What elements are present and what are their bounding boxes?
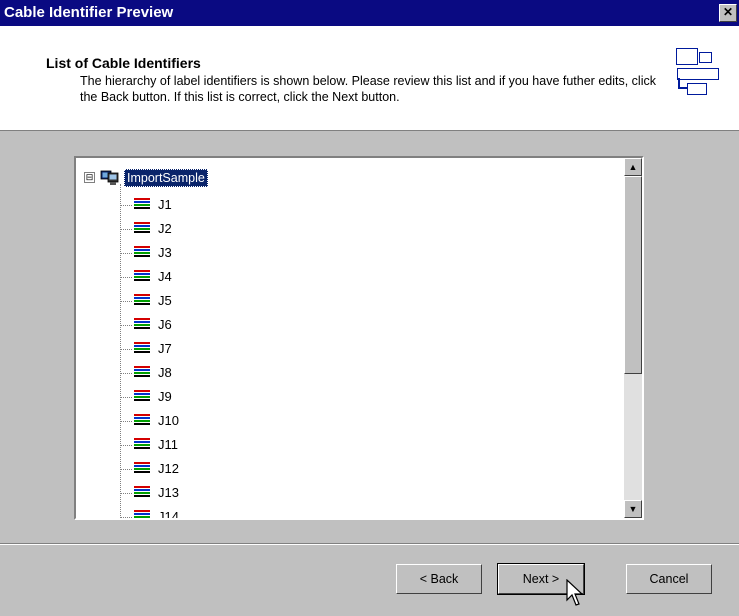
cable-label-icon xyxy=(134,366,150,380)
tree-connector-line xyxy=(120,349,132,350)
cable-label-icon xyxy=(134,198,150,212)
tree-connector-line xyxy=(120,301,132,302)
mouse-cursor-icon xyxy=(566,579,584,606)
tree-connector-line xyxy=(120,253,132,254)
scroll-up-button[interactable]: ▲ xyxy=(624,158,642,176)
computer-network-icon xyxy=(100,170,119,185)
tree-connector-line xyxy=(120,373,132,374)
tree-connector-line xyxy=(120,517,132,518)
close-button[interactable]: ✕ xyxy=(719,4,737,22)
back-button[interactable]: < Back xyxy=(396,564,482,594)
tree-connector-line xyxy=(120,493,132,494)
cable-label-icon xyxy=(134,438,150,452)
cable-label-icon xyxy=(134,270,150,284)
tree-item-label[interactable]: J13 xyxy=(158,485,179,501)
window-title: Cable Identifier Preview xyxy=(4,4,174,21)
tree-item-label[interactable]: J7 xyxy=(158,341,172,357)
tree-view: ⊟ ImportSample J1 J2 J3 J4 J5 J6 J7 J8 J9 J10 J11 J… xyxy=(76,158,624,518)
tree-item-label[interactable]: J10 xyxy=(158,413,179,429)
header-panel: List of Cable Identifiers The hierarchy … xyxy=(0,26,739,131)
tree-item-label[interactable]: J4 xyxy=(158,269,172,285)
tree-item-label[interactable]: J8 xyxy=(158,365,172,381)
cable-identifier-tree[interactable]: ⊟ ImportSample J1 J2 J3 J4 J5 J6 J7 J8 J9 J10 J11 J… xyxy=(74,156,644,520)
vertical-scrollbar[interactable]: ▲ ▼ xyxy=(624,158,642,518)
tree-item-label[interactable]: J6 xyxy=(158,317,172,333)
collapse-expander[interactable]: ⊟ xyxy=(84,172,95,183)
tree-item-label[interactable]: J1 xyxy=(158,197,172,213)
cable-label-graphic-icon xyxy=(676,48,736,128)
tree-item-label[interactable]: J14 xyxy=(158,509,179,518)
title-bar: Cable Identifier Preview ✕ xyxy=(0,0,739,26)
header-title: List of Cable Identifiers xyxy=(46,55,201,71)
cancel-button[interactable]: Cancel xyxy=(626,564,712,594)
tree-item-label[interactable]: J9 xyxy=(158,389,172,405)
tree-connector-line xyxy=(120,445,132,446)
cable-label-icon xyxy=(134,510,150,518)
cable-label-icon xyxy=(134,294,150,308)
tree-item-label[interactable]: J12 xyxy=(158,461,179,477)
scroll-down-button[interactable]: ▼ xyxy=(624,500,642,518)
tree-connector-line xyxy=(120,421,132,422)
tree-connector-line xyxy=(120,277,132,278)
cable-label-icon xyxy=(134,414,150,428)
tree-connector-line xyxy=(120,397,132,398)
cable-label-icon xyxy=(134,318,150,332)
footer-separator xyxy=(0,543,739,545)
tree-item-label[interactable]: J3 xyxy=(158,245,172,261)
tree-connector-line xyxy=(120,325,132,326)
tree-item-label[interactable]: J5 xyxy=(158,293,172,309)
cable-label-icon xyxy=(134,342,150,356)
cable-label-icon xyxy=(134,486,150,500)
tree-connector-line xyxy=(120,229,132,230)
tree-item-label[interactable]: J11 xyxy=(158,437,178,453)
tree-connector-line xyxy=(120,184,121,518)
header-description: The hierarchy of label identifiers is sh… xyxy=(80,74,656,104)
scroll-thumb[interactable] xyxy=(624,176,642,374)
tree-root-label[interactable]: ImportSample xyxy=(124,169,208,187)
cable-label-icon xyxy=(134,246,150,260)
tree-item-label[interactable]: J2 xyxy=(158,221,172,237)
cable-label-icon xyxy=(134,462,150,476)
cable-label-icon xyxy=(134,390,150,404)
cable-label-icon xyxy=(134,222,150,236)
tree-connector-line xyxy=(120,205,132,206)
tree-connector-line xyxy=(120,469,132,470)
